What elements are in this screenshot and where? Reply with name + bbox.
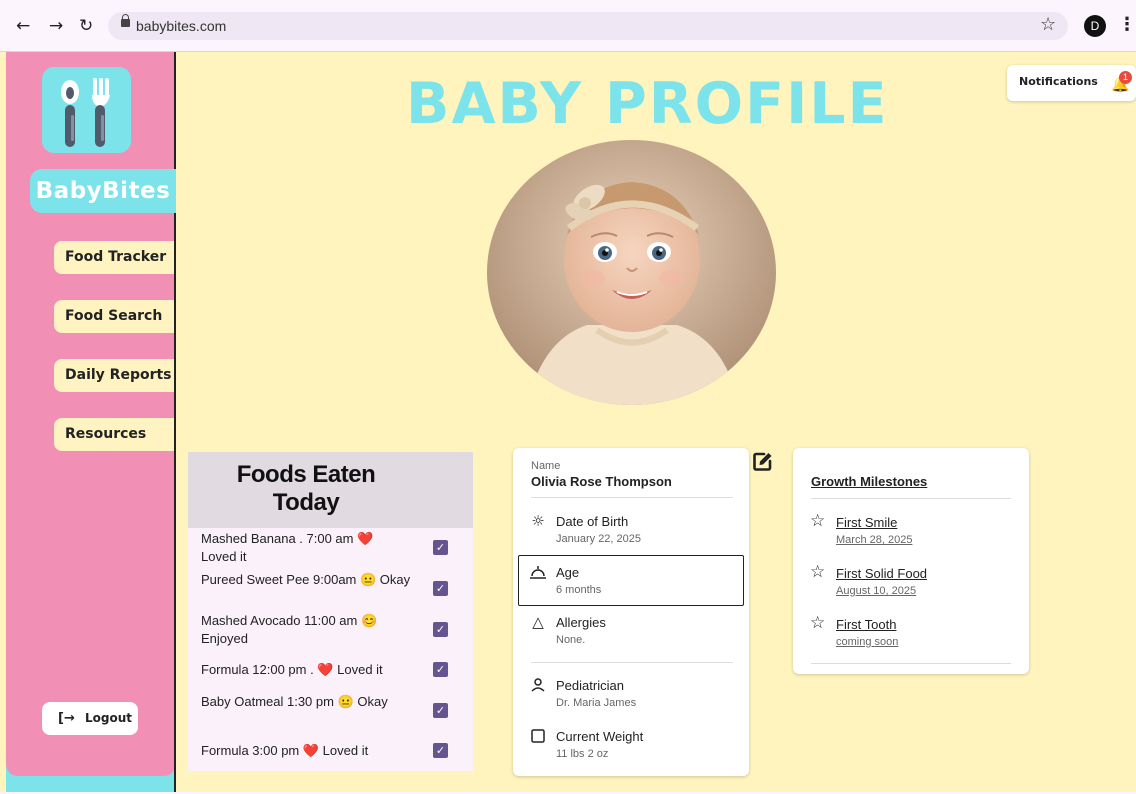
brand-name[interactable]: BabyBites (30, 169, 176, 213)
milestone-first-tooth-date[interactable]: coming soon (836, 636, 898, 648)
allergies-value: None. (556, 634, 586, 646)
notification-count-badge: 1 (1119, 71, 1132, 84)
milestone-first-smile-date[interactable]: March 28, 2025 (836, 534, 912, 546)
address-text[interactable]: babybites.com (136, 18, 226, 34)
food-item-text: Formula 12:00 pm . ❤️ Loved it (201, 662, 383, 677)
edit-pencil-icon[interactable] (752, 451, 773, 472)
sunrise-icon-svg (530, 566, 546, 579)
logo-tile[interactable] (42, 67, 131, 153)
foods-title-line-2: Today (272, 489, 340, 516)
milestone-first-solid-food[interactable]: First Solid Food (836, 566, 927, 581)
food-item-reaction: Loved it (201, 549, 247, 564)
sidebar-divider (174, 52, 176, 794)
lock-icon (121, 14, 130, 27)
address-bar[interactable] (108, 12, 1068, 40)
notifications-label: Notifications (1019, 75, 1098, 88)
milestone-first-smile[interactable]: First Smile (836, 515, 897, 530)
food-item-text: Pureed Sweet Pee 9:00am 😐 Okay (201, 572, 411, 587)
milestones-divider (811, 498, 1011, 499)
age-field-selected[interactable] (518, 555, 744, 606)
person-icon-svg (531, 678, 545, 692)
logout-icon: [→ (58, 711, 75, 726)
reload-icon[interactable]: ↻ (79, 16, 93, 36)
pediatrician-value: Dr. Maria James (556, 697, 637, 709)
person-icon (529, 676, 547, 694)
sunrise-icon (529, 563, 547, 581)
current-weight-value: 11 lbs 2 oz (556, 748, 609, 760)
sidebar-item-food-search[interactable]: Food Search (54, 300, 174, 333)
profile-avatar[interactable]: D (1084, 15, 1106, 37)
date-of-birth-value: January 22, 2025 (556, 533, 642, 545)
milestone-first-solid-food-date[interactable]: August 10, 2025 (836, 585, 916, 597)
food-item-text: Mashed Avocado 11:00 am 😊 (201, 613, 378, 628)
spoon-fork-logo-icon (61, 78, 110, 147)
sidebar-item-resources[interactable]: Resources (54, 418, 174, 451)
pediatrician-label: Pediatrician (556, 678, 624, 693)
food-item-checkbox-3[interactable]: ✓ (433, 622, 448, 637)
food-item-checkbox-4[interactable]: ✓ (433, 662, 448, 677)
forward-arrow-icon[interactable]: → (49, 16, 63, 36)
food-item-text: Formula 3:00 pm ❤️ Loved it (201, 743, 369, 758)
browser-menu-icon[interactable]: ⋮ (1118, 14, 1136, 35)
food-item-4: Formula 12:00 pm . ❤️ Loved it (201, 661, 423, 679)
star-icon: ☆ (810, 613, 826, 633)
food-item-5: Baby Oatmeal 1:30 pm 😐 Okay (201, 693, 423, 711)
info-divider (531, 497, 733, 498)
square-icon (529, 727, 547, 745)
food-item-checkbox-2[interactable]: ✓ (433, 581, 448, 596)
star-icon: ☆ (810, 511, 826, 531)
date-of-birth-label: Date of Birth (556, 514, 629, 529)
sidebar (6, 52, 176, 776)
food-item-checkbox-6[interactable]: ✓ (433, 743, 448, 758)
notifications-button[interactable]: Notifications 🔔 1 (1007, 65, 1136, 101)
milestones-divider (811, 663, 1011, 664)
baby-photo (487, 140, 776, 405)
name-label: Name (531, 460, 561, 472)
milestone-first-tooth[interactable]: First Tooth (836, 617, 896, 632)
food-item-6: Formula 3:00 pm ❤️ Loved it (201, 742, 423, 760)
baby-portrait-illustration (487, 140, 776, 405)
logout-label: Logout (85, 711, 133, 725)
edit-pencil-icon-svg (753, 452, 772, 471)
food-item-1: Mashed Banana . 7:00 am ❤️ Loved it (201, 530, 423, 566)
age-label: Age (556, 565, 580, 580)
foods-title-line-1: Foods Eaten (236, 461, 376, 488)
sidebar-item-food-tracker[interactable]: Food Tracker (54, 241, 174, 274)
star-icon: ☆ (810, 562, 826, 582)
food-item-reaction: Enjoyed (201, 631, 248, 646)
food-item-text: Mashed Banana . 7:00 am ❤️ (201, 531, 374, 546)
current-weight-label: Current Weight (556, 729, 644, 744)
logout-button[interactable]: [→ Logout (42, 702, 138, 735)
age-value: 6 months (556, 584, 602, 596)
square-icon-svg (531, 729, 545, 743)
info-divider (531, 662, 733, 663)
name-value: Olivia Rose Thompson (531, 474, 672, 489)
food-item-checkbox-1[interactable]: ✓ (433, 540, 448, 555)
allergies-label: Allergies (556, 615, 606, 630)
growth-milestones-title[interactable]: Growth Milestones (811, 474, 927, 489)
foods-eaten-title: Foods Eaten Today (188, 461, 424, 517)
warning-triangle-icon: △ (532, 613, 544, 631)
sidebar-item-daily-reports[interactable]: Daily Reports (54, 359, 174, 392)
page-title: BABY PROFILE (406, 71, 889, 137)
bookmark-star-icon[interactable]: ☆ (1040, 14, 1056, 35)
sun-icon: ☼ (531, 512, 545, 530)
food-item-2: Pureed Sweet Pee 9:00am 😐 Okay (201, 571, 423, 589)
back-arrow-icon[interactable]: ← (16, 16, 30, 36)
food-item-checkbox-5[interactable]: ✓ (433, 703, 448, 718)
food-item-3: Mashed Avocado 11:00 am 😊 Enjoyed (201, 612, 423, 648)
food-item-text: Baby Oatmeal 1:30 pm 😐 Okay (201, 694, 388, 709)
